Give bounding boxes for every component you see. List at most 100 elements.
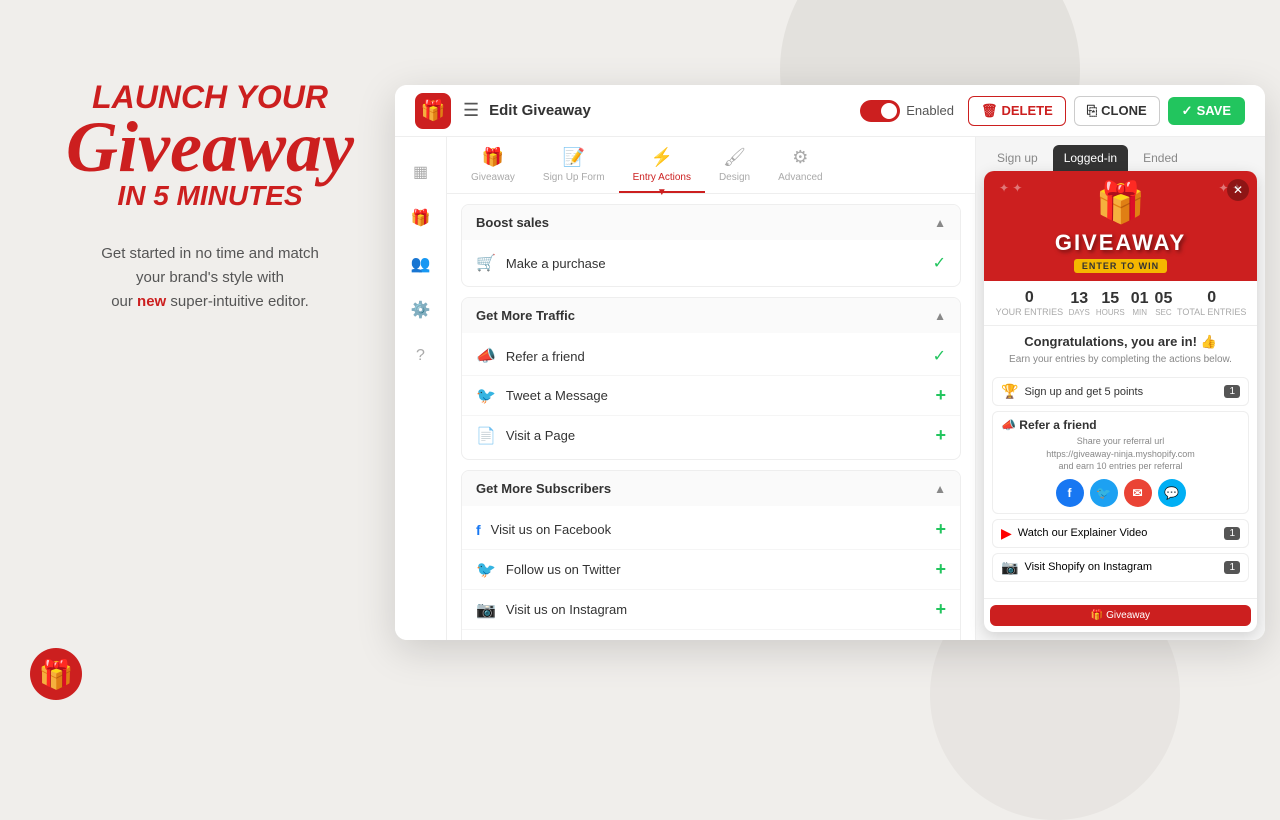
tab-design-icon: 🖌 <box>723 147 746 168</box>
preview-tab-ended[interactable]: Ended <box>1132 145 1189 171</box>
delete-icon: 🗑 <box>981 103 998 119</box>
youtube-video-icon: ▶ <box>1001 525 1012 542</box>
gift-icon: 🎁 <box>411 208 431 228</box>
save-button[interactable]: ✓ SAVE <box>1168 97 1245 125</box>
section-boost-sales-body: 🛒 Make a purchase ✓ <box>462 240 960 286</box>
clone-icon: ⎘ <box>1087 103 1097 119</box>
section-boost-sales: Boost sales ▲ 🛒 Make a purchase ✓ <box>461 204 961 287</box>
preview-tabs-row: Sign up Logged-in Ended <box>976 137 1265 171</box>
referral-desc: Share your referral url https://giveaway… <box>1001 435 1240 473</box>
megaphone-icon: 📣 <box>476 346 496 366</box>
entry-instagram-label: Visit us on Instagram <box>506 602 926 617</box>
card-youtube-text: Watch our Explainer Video <box>1018 527 1219 539</box>
referral-email-btn[interactable]: ✉ <box>1124 479 1152 507</box>
giveaway-preview-card: ✕ ✦ ✦ ✦ ✦ 🎁 GIVEAWAY ENTER TO WIN <box>984 171 1257 632</box>
section-traffic-header[interactable]: Get More Traffic ▲ <box>462 298 960 333</box>
entry-visit-page: 📄 Visit a Page + <box>462 416 960 455</box>
clone-button[interactable]: ⎘ CLONE <box>1074 96 1160 126</box>
trophy-icon: 🏆 <box>1001 383 1018 400</box>
tab-advanced-icon: ⚙ <box>792 147 808 168</box>
countdown-sec: 05 SEC <box>1155 290 1173 317</box>
sidebar-item-participants[interactable]: 👥 <box>402 245 440 283</box>
card-close-button[interactable]: ✕ <box>1227 179 1249 201</box>
preview-tab-loggedin[interactable]: Logged-in <box>1053 145 1128 171</box>
entry-pinterest-add-button[interactable]: + <box>935 639 946 640</box>
app-window: 🎁 ☰ Edit Giveaway Enabled 🗑 DELETE ⎘ CLO… <box>395 85 1265 640</box>
card-instagram-badge: 1 <box>1224 561 1240 574</box>
countdown-days: 13 DAYS <box>1069 290 1090 317</box>
entry-facebook-add-button[interactable]: + <box>935 519 946 540</box>
section-traffic-body: 📣 Refer a friend ✓ 🐦 Tweet a Message + 📄… <box>462 333 960 459</box>
entry-twitter: 🐦 Follow us on Twitter + <box>462 550 960 590</box>
entry-visit-page-label: Visit a Page <box>506 428 926 443</box>
section-boost-sales-header[interactable]: Boost sales ▲ <box>462 205 960 240</box>
center-panel: 🎁 Giveaway 📝 Sign Up Form ⚡ Entry Action… <box>447 137 975 640</box>
stat-total-entries-label: Total entries <box>1176 307 1247 317</box>
card-congrats-text: Congratulations, you are in! 👍 <box>984 326 1257 354</box>
referral-title: 📣 Refer a friend <box>1001 418 1240 432</box>
tab-entry-icon: ⚡ <box>651 147 673 168</box>
entry-visit-page-add-button[interactable]: + <box>935 425 946 446</box>
sidebar-item-settings[interactable]: ⚙️ <box>402 291 440 329</box>
referral-twitter-btn[interactable]: 🐦 <box>1090 479 1118 507</box>
entry-make-purchase: 🛒 Make a purchase ✓ <box>462 244 960 282</box>
banner-enter-text: ENTER TO WIN <box>1074 259 1167 273</box>
entry-facebook-label: Visit us on Facebook <box>491 522 926 537</box>
tab-giveaway[interactable]: 🎁 Giveaway <box>457 137 529 193</box>
page-icon: 📄 <box>476 426 496 446</box>
section-subscribers-chevron: ▲ <box>934 482 946 496</box>
card-action-signup-text: Sign up and get 5 points <box>1024 386 1218 398</box>
delete-button[interactable]: 🗑 DELETE <box>968 96 1066 126</box>
card-body: 🏆 Sign up and get 5 points 1 📣 Refer a f… <box>984 373 1257 598</box>
sidebar-item-giveaways[interactable]: 🎁 <box>402 199 440 237</box>
entry-tweet-message: 🐦 Tweet a Message + <box>462 376 960 416</box>
preview-tab-signup[interactable]: Sign up <box>986 145 1049 171</box>
tab-signup-label: Sign Up Form <box>543 172 605 183</box>
sidebar-nav: ▦ 🎁 👥 ⚙️ ? <box>395 137 447 640</box>
tab-giveaway-label: Giveaway <box>471 172 515 183</box>
tab-giveaway-icon: 🎁 <box>482 147 504 168</box>
entry-twitter-label: Follow us on Twitter <box>506 562 926 577</box>
section-subscribers-header[interactable]: Get More Subscribers ▲ <box>462 471 960 506</box>
section-get-more-traffic: Get More Traffic ▲ 📣 Refer a friend ✓ 🐦 … <box>461 297 961 460</box>
tab-design[interactable]: 🖌 Design <box>705 137 764 193</box>
instagram-preview-icon: 📷 <box>1001 559 1018 576</box>
tab-entry-actions[interactable]: ⚡ Entry Actions ▼ <box>619 137 705 193</box>
dashboard-icon: ▦ <box>413 162 428 182</box>
referral-messenger-btn[interactable]: 💬 <box>1158 479 1186 507</box>
countdown-hours: 15 HOURS <box>1096 290 1125 317</box>
card-action-signup-badge: 1 <box>1224 385 1240 398</box>
bottom-logo: 🎁 <box>30 648 82 700</box>
tab-active-chevron: ▼ <box>657 187 667 198</box>
main-content: ▦ 🎁 👥 ⚙️ ? 🎁 Giveaway <box>395 137 1265 640</box>
sidebar-item-help[interactable]: ? <box>402 337 440 375</box>
card-footer-giveaway-tab[interactable]: 🎁 Giveaway <box>990 605 1251 626</box>
help-icon: ? <box>416 347 425 365</box>
gear-icon: ⚙️ <box>411 300 431 320</box>
instagram-icon: 📷 <box>476 600 496 620</box>
countdown-group: 13 DAYS 15 HOURS 01 MIN <box>1069 290 1173 317</box>
entry-pinterest: 📌 Follow us on Pinterest + <box>462 630 960 640</box>
stat-your-entries: 0 Your entries <box>994 289 1065 317</box>
enabled-toggle-wrap: Enabled <box>860 100 954 122</box>
banner-giveaway-title: GIVEAWAY <box>1055 230 1186 256</box>
section-traffic-title: Get More Traffic <box>476 308 575 323</box>
section-traffic-chevron: ▲ <box>934 309 946 323</box>
entry-tweet-add-button[interactable]: + <box>935 385 946 406</box>
entry-twitter-add-button[interactable]: + <box>935 559 946 580</box>
card-earn-text: Earn your entries by completing the acti… <box>984 354 1257 373</box>
twitter-follow-icon: 🐦 <box>476 560 496 580</box>
entry-refer-friend-check: ✓ <box>933 346 946 366</box>
referral-facebook-btn[interactable]: f <box>1056 479 1084 507</box>
card-action-signup: 🏆 Sign up and get 5 points 1 <box>992 377 1249 406</box>
entry-instagram-add-button[interactable]: + <box>935 599 946 620</box>
tab-advanced[interactable]: ⚙ Advanced <box>764 137 836 193</box>
stat-your-entries-label: Your entries <box>994 307 1065 317</box>
sidebar-item-dashboard[interactable]: ▦ <box>402 153 440 191</box>
enabled-toggle[interactable] <box>860 100 900 122</box>
banner-gift-icon: 🎁 <box>1096 179 1146 226</box>
promo-giveaway-text: Giveaway <box>30 115 390 180</box>
tab-signup-form[interactable]: 📝 Sign Up Form <box>529 137 619 193</box>
hamburger-button[interactable]: ☰ <box>463 100 479 121</box>
card-stats-row: 0 Your entries 13 DAYS 15 HOURS <box>984 281 1257 326</box>
